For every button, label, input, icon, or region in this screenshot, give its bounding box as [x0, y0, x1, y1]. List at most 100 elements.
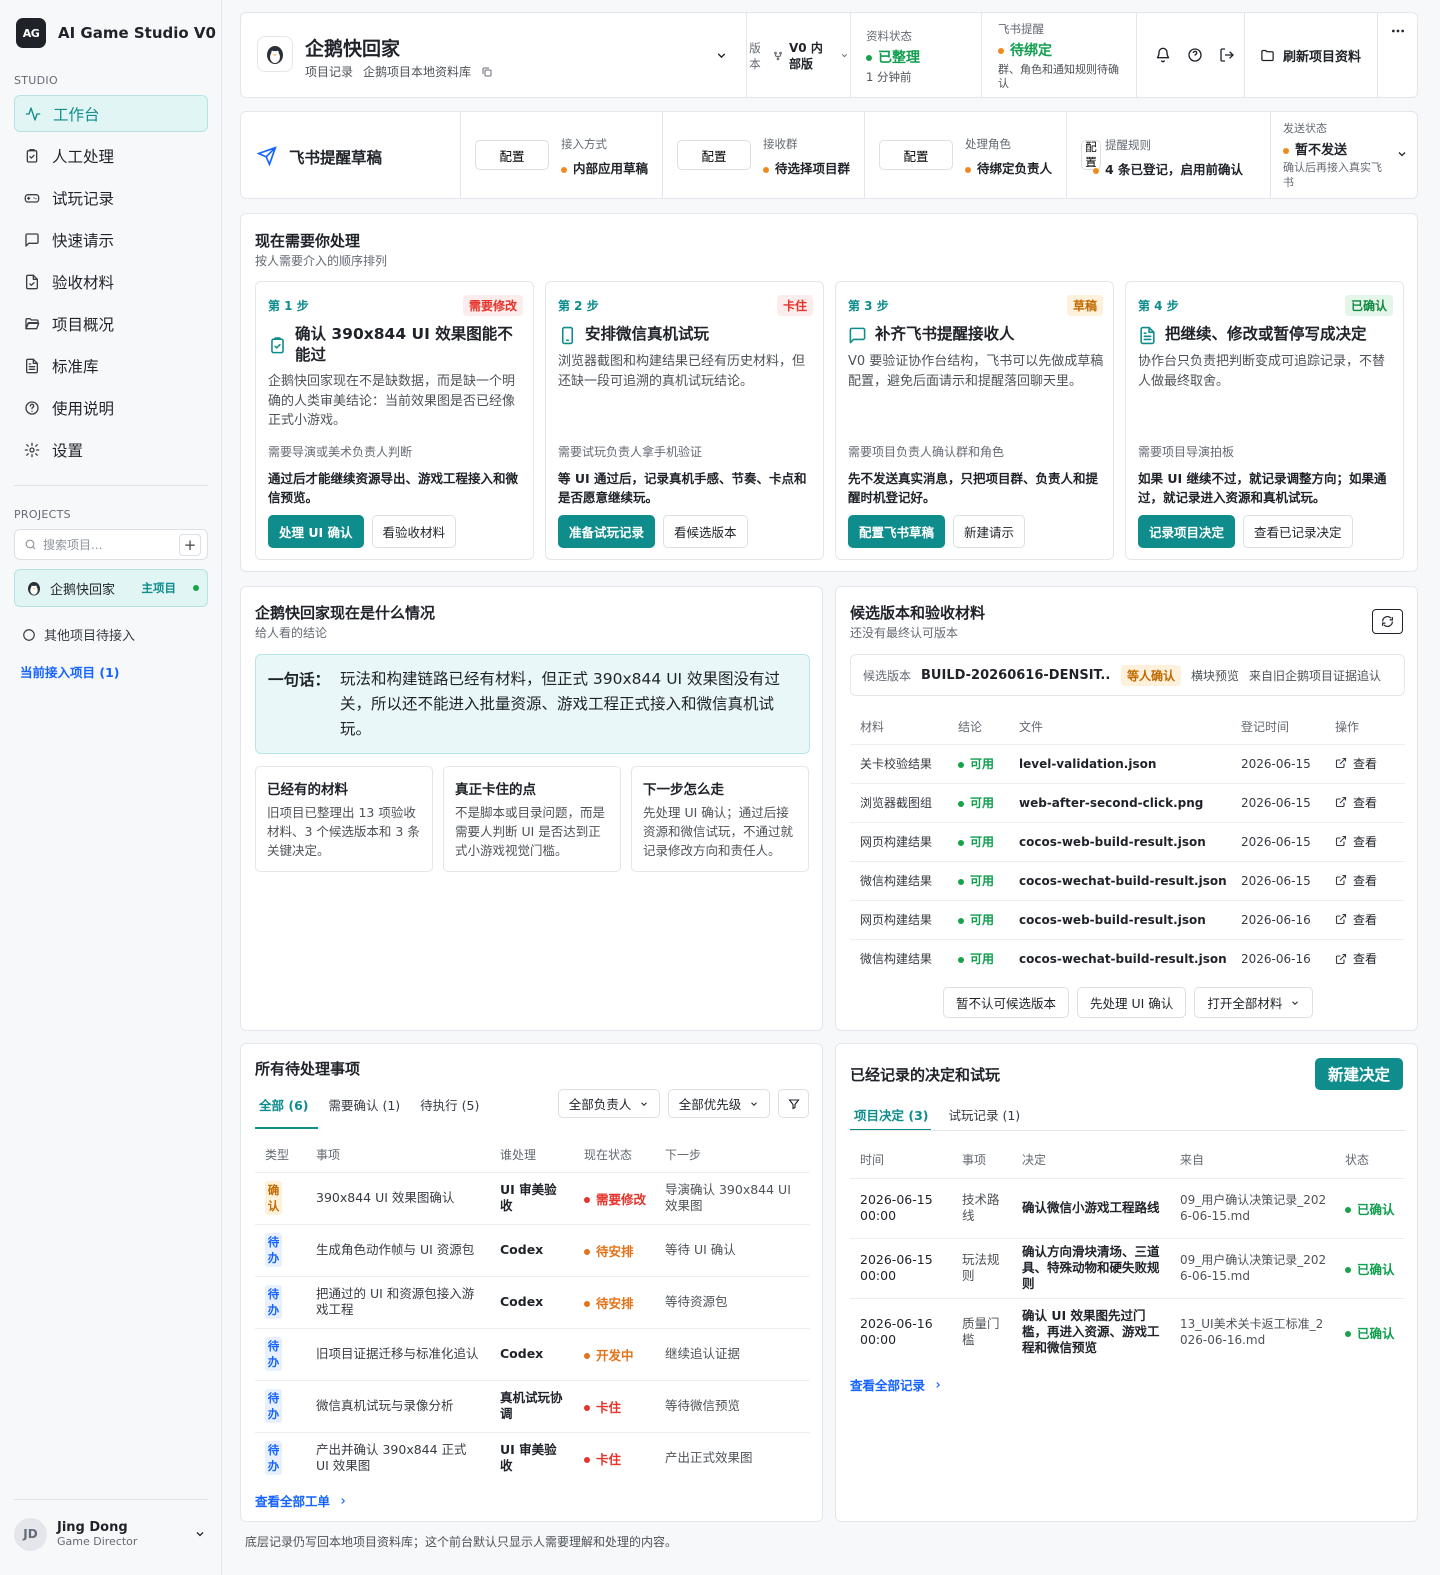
- help-circle-icon[interactable]: [1187, 47, 1203, 63]
- view-material-link[interactable]: 查看: [1335, 833, 1377, 850]
- material-row[interactable]: 网页构建结果 可用 cocos-web-build-result.json 20…: [850, 821, 1405, 861]
- reject-candidate-button[interactable]: 暂不认可候选版本: [943, 987, 1070, 1018]
- pending-row[interactable]: 待办 生成角色动作帧与 UI 资源包 Codex 待安排 等待 UI 确认: [255, 1223, 810, 1276]
- decision-column-header: 状态: [1345, 1153, 1370, 1168]
- step-primary-button[interactable]: 记录项目决定: [1138, 515, 1236, 548]
- filter-button[interactable]: [778, 1089, 809, 1118]
- configure-button[interactable]: 配置: [475, 140, 549, 170]
- breadcrumb-library[interactable]: 企鹅项目本地资料库: [363, 63, 471, 80]
- brand[interactable]: AG AI Game Studio V0: [16, 18, 216, 48]
- step-secondary-button[interactable]: 看候选版本: [663, 515, 748, 548]
- user-menu[interactable]: JD Jing Dong Game Director: [14, 1512, 208, 1556]
- more-horizontal-icon[interactable]: [1390, 23, 1406, 39]
- view-material-link[interactable]: 查看: [1335, 794, 1377, 811]
- other-project-item[interactable]: 其他项目待接入: [22, 625, 135, 644]
- gear-icon: [24, 442, 40, 458]
- view-material-link[interactable]: 查看: [1335, 872, 1377, 889]
- sidebar-item-0[interactable]: 工作台: [14, 95, 208, 132]
- pending-row[interactable]: 待办 旧项目证据迁移与标准化追认 Codex 开发中 继续追认证据: [255, 1327, 810, 1380]
- data-status-label: 资料状态: [866, 29, 912, 43]
- step-owner: 需要项目负责人确认群和角色: [848, 445, 1005, 459]
- view-label: 查看: [1353, 756, 1378, 771]
- sidebar-item-6[interactable]: 标准库: [14, 347, 208, 384]
- user-name: Jing Dong: [57, 1520, 128, 1535]
- view-material-link[interactable]: 查看: [1335, 755, 1377, 772]
- pending-row[interactable]: 待办 产出并确认 390x844 正式 UI 效果图 UI 审美验收 卡住 产出…: [255, 1431, 810, 1484]
- material-row[interactable]: 浏览器截图组 可用 web-after-second-click.png 202…: [850, 782, 1405, 822]
- material-row[interactable]: 关卡校验结果 可用 level-validation.json 2026-06-…: [850, 743, 1405, 783]
- sidebar-item-7[interactable]: 使用说明: [14, 389, 208, 426]
- copy-icon[interactable]: [481, 66, 493, 78]
- pending-type-badge: 待办: [265, 1233, 282, 1267]
- owner-filter[interactable]: 全部负责人: [558, 1089, 660, 1118]
- configure-label: 配置: [499, 148, 525, 164]
- pending-tab-1[interactable]: 需要确认 (1): [328, 1095, 400, 1114]
- project-search: +: [14, 529, 208, 560]
- lark-config-value: 内部应用草稿: [573, 161, 649, 176]
- pending-status-dot: [584, 1353, 590, 1359]
- bell-icon[interactable]: [1155, 47, 1171, 63]
- lark-bar-title: 飞书提醒草稿: [289, 149, 383, 167]
- pending-row[interactable]: 待办 把通过的 UI 和资源包接入游戏工程 Codex 待安排 等待资源包: [255, 1275, 810, 1328]
- logout-icon[interactable]: [1219, 47, 1235, 63]
- new-decision-button[interactable]: 新建决定: [1315, 1058, 1403, 1090]
- configure-button[interactable]: 配置: [879, 140, 953, 170]
- step-secondary-button[interactable]: 新建请示: [953, 515, 1026, 548]
- project-search-input[interactable]: [43, 537, 163, 552]
- decision-row[interactable]: 2026-06-15 00:00 技术路线 确认微信小游戏工程路线 09_用户确…: [850, 1177, 1405, 1238]
- sidebar-item-3[interactable]: 快速请示: [14, 221, 208, 258]
- configure-button[interactable]: 配置: [677, 140, 751, 170]
- project-switch-chevron-icon[interactable]: [715, 49, 728, 62]
- step-owner: 需要项目导演拍板: [1138, 445, 1235, 459]
- expand-chevron-icon[interactable]: [1396, 148, 1408, 160]
- step-title-text: 把继续、修改或暂停写成决定: [1165, 325, 1367, 343]
- pending-row[interactable]: 确认 390x844 UI 效果图确认 UI 审美验收 需要修改 导演确认 39…: [255, 1171, 810, 1224]
- sidebar-item-4[interactable]: 验收材料: [14, 263, 208, 300]
- step-secondary-button[interactable]: 看验收材料: [371, 515, 457, 548]
- step-title-text: 安排微信真机试玩: [585, 325, 710, 343]
- material-row[interactable]: 网页构建结果 可用 cocos-web-build-result.json 20…: [850, 899, 1405, 939]
- more-menu[interactable]: [1377, 13, 1419, 97]
- open-all-materials-button[interactable]: 打开全部材料: [1194, 987, 1314, 1018]
- todo-title: 现在需要你处理: [255, 232, 361, 250]
- decision-source: 09_用户确认决策记录_2026-06-15.md: [1170, 1237, 1335, 1298]
- view-material-link[interactable]: 查看: [1335, 950, 1377, 967]
- current-projects-link[interactable]: 当前接入项目 (1): [20, 662, 119, 681]
- version-selector[interactable]: 版本 V0 内部版: [746, 13, 850, 97]
- step-secondary-button[interactable]: 查看已记录决定: [1243, 515, 1353, 548]
- priority-filter[interactable]: 全部优先级: [668, 1089, 770, 1118]
- refresh-project-button[interactable]: 刷新项目资料: [1244, 13, 1377, 97]
- candidate-version-row[interactable]: 候选版本 BUILD-20260616-DENSIT... 等人确认 横块预览 …: [850, 654, 1405, 696]
- view-all-tickets-link[interactable]: 查看全部工单: [255, 1491, 348, 1510]
- view-all-records-link[interactable]: 查看全部记录: [850, 1375, 943, 1394]
- material-row[interactable]: 微信构建结果 可用 cocos-wechat-build-result.json…: [850, 860, 1405, 900]
- sidebar-item-label: 标准库: [52, 357, 99, 376]
- candidate-actions: 暂不认可候选版本 先处理 UI 确认 打开全部材料: [943, 987, 1314, 1018]
- step-primary-button[interactable]: 配置飞书草稿: [848, 515, 946, 548]
- step-status-badge: 草稿: [1066, 295, 1103, 316]
- pending-row[interactable]: 待办 微信真机试玩与录像分析 真机试玩协调 卡住 等待微信预览: [255, 1379, 810, 1432]
- view-material-link[interactable]: 查看: [1335, 911, 1377, 928]
- decision-tab-1[interactable]: 试玩记录 (1): [948, 1105, 1020, 1124]
- refresh-candidates-button[interactable]: [1372, 609, 1403, 634]
- external-link-icon: [1335, 757, 1347, 769]
- decision-text: 确认微信小游戏工程路线: [1012, 1177, 1170, 1238]
- step-primary-button[interactable]: 处理 UI 确认: [268, 515, 364, 548]
- material-row[interactable]: 微信构建结果 可用 cocos-wechat-build-result.json…: [850, 938, 1405, 978]
- decision-row[interactable]: 2026-06-16 00:00 质量门槛 确认 UI 效果图先过门槛，再进入资…: [850, 1297, 1405, 1366]
- project-item-penguin[interactable]: 企鹅快回家 主项目: [14, 569, 208, 607]
- studio-section-label: STUDIO: [14, 74, 58, 87]
- sidebar-item-1[interactable]: 人工处理: [14, 137, 208, 174]
- decision-tab-0[interactable]: 项目决定 (3): [854, 1105, 928, 1124]
- decision-row[interactable]: 2026-06-15 00:00 玩法规则 确认方向滑块清场、三道具、特殊动物和…: [850, 1237, 1405, 1298]
- handle-ui-button[interactable]: 先处理 UI 确认: [1077, 987, 1187, 1018]
- sidebar-item-8[interactable]: 设置: [14, 431, 208, 468]
- sidebar-item-2[interactable]: 试玩记录: [14, 179, 208, 216]
- pending-tab-2[interactable]: 待执行 (5): [420, 1095, 479, 1114]
- breadcrumb-records[interactable]: 项目记录: [305, 63, 353, 80]
- sidebar-item-5[interactable]: 项目概况: [14, 305, 208, 342]
- situation-box-title: 已经有的材料: [267, 782, 348, 798]
- add-project-button[interactable]: +: [179, 534, 201, 556]
- step-primary-button[interactable]: 准备试玩记录: [558, 515, 656, 548]
- pending-tab-0[interactable]: 全部 (6): [259, 1095, 308, 1114]
